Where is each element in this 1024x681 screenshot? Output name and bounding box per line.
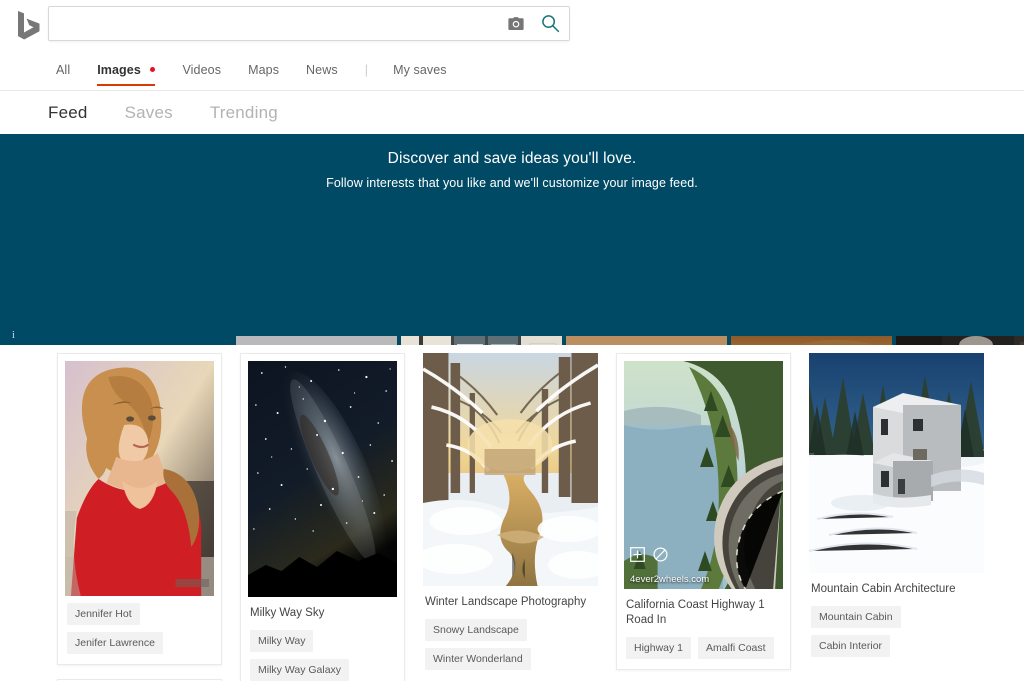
- page-header: All Images Videos Maps News | My saves: [0, 0, 1024, 91]
- scope-tab-videos[interactable]: Videos: [182, 59, 221, 86]
- scope-label: Maps: [248, 63, 280, 77]
- notification-dot-icon: [150, 67, 156, 72]
- tab-trending[interactable]: Trending: [210, 103, 278, 123]
- feed-card-image[interactable]: 4ever2wheels.com: [624, 361, 783, 589]
- image-watermark: 4ever2wheels.com: [630, 574, 710, 585]
- feed-card-image[interactable]: [248, 361, 397, 597]
- feed-card-title: California Coast Highway 1 Road In: [626, 599, 765, 627]
- feed-columns: Jennifer Hot Jenifer Lawrence Milky Way …: [0, 353, 1024, 681]
- feed-column-5: Mountain Cabin Architecture Mountain Cab…: [809, 353, 984, 681]
- scope-tab-images[interactable]: Images: [97, 59, 156, 86]
- tag[interactable]: Jenifer Lawrence: [67, 632, 163, 654]
- feed-card-california-coast[interactable]: 4ever2wheels.com California Coast Highwa…: [616, 353, 791, 671]
- tag[interactable]: Amalfi Coast: [698, 637, 774, 660]
- scope-label: Images: [97, 63, 141, 77]
- feed-card-tags: Snowy Landscape Winter Wonderland: [423, 612, 598, 673]
- tag[interactable]: Jennifer Hot: [67, 603, 140, 625]
- tag[interactable]: Milky Way: [250, 630, 314, 653]
- tag[interactable]: Highway 1: [626, 637, 692, 660]
- tag[interactable]: Winter Wonderland: [425, 648, 531, 671]
- banner-subtitle: Follow interests that you like and we'll…: [326, 176, 698, 190]
- tab-saves[interactable]: Saves: [125, 103, 173, 123]
- tag[interactable]: Snowy Landscape: [425, 619, 527, 642]
- scope-label: Videos: [182, 63, 222, 77]
- image-overlay-controls: [630, 547, 668, 567]
- interest-thumbnail-diy: [236, 336, 397, 345]
- interest-thumbnail-travel: [731, 336, 892, 345]
- feed-card-title: Mountain Cabin Architecture: [811, 583, 956, 595]
- tag[interactable]: Mountain Cabin: [811, 606, 901, 629]
- feed-column-2: Milky Way Sky Milky Way Milky Way Galaxy: [240, 353, 405, 681]
- block-icon[interactable]: [653, 547, 668, 567]
- scope-label: All: [56, 63, 71, 77]
- interest-card-home-decor[interactable]: Home Decor: [401, 336, 562, 345]
- feed-card-winter-landscape[interactable]: Winter Landscape Photography Snowy Lands…: [423, 353, 598, 674]
- feed-card-image[interactable]: [65, 361, 214, 596]
- info-icon[interactable]: i: [12, 329, 24, 343]
- image-feed: Jennifer Hot Jenifer Lawrence Milky Way …: [0, 345, 1024, 681]
- feed-column-1: Jennifer Hot Jenifer Lawrence: [57, 353, 222, 681]
- scope-label: News: [306, 63, 338, 77]
- search-input[interactable]: [49, 7, 501, 40]
- feed-card-tags: Mountain Cabin Cabin Interior: [809, 599, 984, 660]
- scope-tab-news[interactable]: News: [306, 59, 338, 86]
- interest-card-travel[interactable]: Travel: [731, 336, 892, 345]
- scope-tab-my-saves[interactable]: My saves: [393, 59, 447, 86]
- tag[interactable]: Cabin Interior: [811, 635, 891, 658]
- feed-card-title: Milky Way Sky: [250, 607, 325, 619]
- search-icon[interactable]: [531, 7, 569, 40]
- scope-tab-maps[interactable]: Maps: [248, 59, 279, 86]
- scope-label: My saves: [393, 63, 447, 77]
- tab-feed[interactable]: Feed: [48, 103, 88, 123]
- feed-card-tags: Highway 1 Amalfi Coast: [624, 630, 783, 662]
- interest-card-mens-fashion[interactable]: Men's Fashion: [896, 336, 1024, 345]
- feed-tab-bar: Feed Saves Trending: [0, 91, 1024, 134]
- feed-card-title: Winter Landscape Photography: [425, 596, 587, 608]
- scope-tab-all[interactable]: All: [56, 59, 70, 86]
- tag[interactable]: Milky Way Galaxy: [250, 659, 350, 681]
- banner-title: Discover and save ideas you'll love.: [387, 150, 637, 167]
- feed-card-milky-way[interactable]: Milky Way Sky Milky Way Milky Way Galaxy: [240, 353, 405, 681]
- feed-card-image[interactable]: [809, 353, 984, 573]
- add-to-collection-icon[interactable]: [630, 547, 645, 567]
- interest-thumbnail-home-decor: [401, 336, 562, 345]
- feed-card-mountain-cabin[interactable]: Mountain Cabin Architecture Mountain Cab…: [809, 353, 984, 661]
- feed-card-tags: Jennifer Hot Jenifer Lawrence: [65, 596, 214, 657]
- scope-tabs: All Images Videos Maps News | My saves: [56, 59, 474, 90]
- discover-banner: Discover and save ideas you'll love. Fol…: [0, 134, 1024, 345]
- scope-separator-label: |: [364, 63, 369, 77]
- interest-card-diy[interactable]: DIY: [236, 336, 397, 345]
- feed-card-jennifer[interactable]: Jennifer Hot Jenifer Lawrence: [57, 353, 222, 665]
- feed-column-4: 4ever2wheels.com California Coast Highwa…: [616, 353, 791, 681]
- interest-thumbnail-recipes: [566, 336, 727, 345]
- feed-card-tags: Milky Way Milky Way Galaxy: [248, 623, 397, 681]
- camera-icon[interactable]: [501, 7, 531, 40]
- scope-separator: |: [365, 59, 368, 86]
- feed-column-3: Winter Landscape Photography Snowy Lands…: [423, 353, 598, 681]
- search-bar[interactable]: [48, 6, 570, 41]
- interest-card-recipes[interactable]: Recipes: [566, 336, 727, 345]
- interest-thumbnail-mens-fashion: [896, 336, 1024, 345]
- feed-card-image[interactable]: [423, 353, 598, 586]
- bing-logo[interactable]: [12, 8, 46, 42]
- interest-card-list: DIY: [236, 336, 1024, 345]
